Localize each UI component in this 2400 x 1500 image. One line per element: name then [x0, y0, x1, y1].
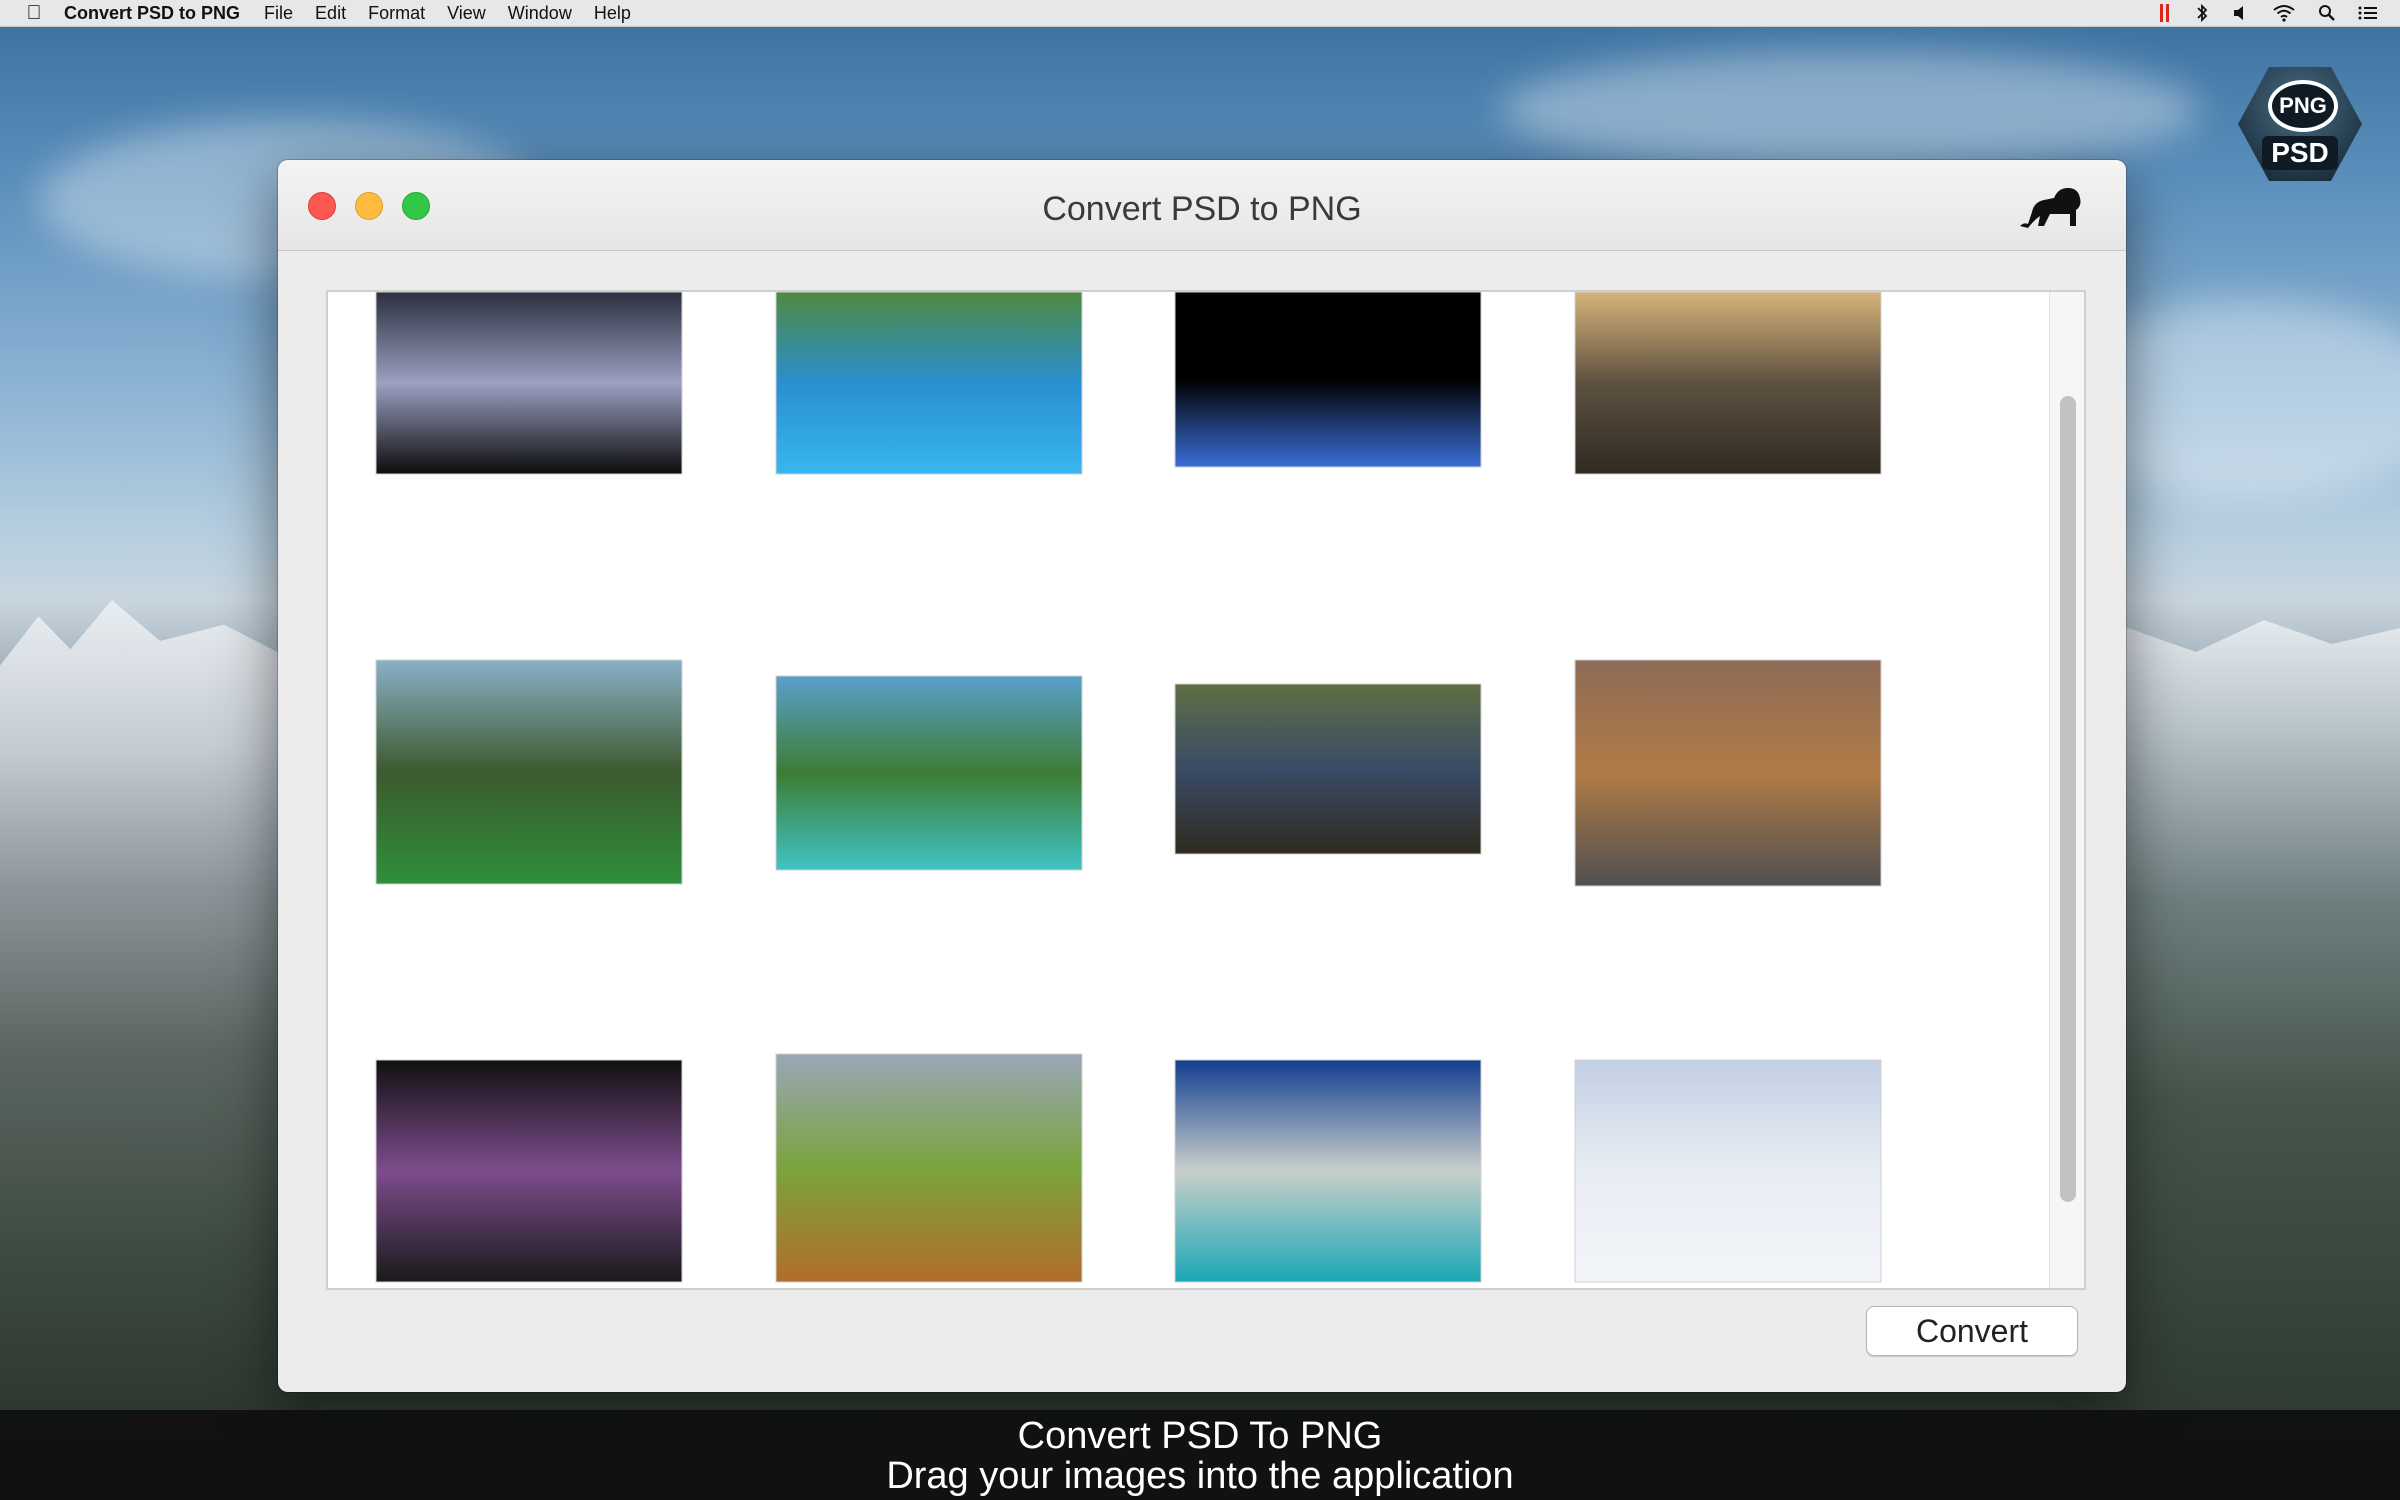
lion-icon: [2020, 188, 2081, 228]
caption-title: Convert PSD To PNG: [1017, 1415, 1383, 1457]
menu-edit[interactable]: Edit: [315, 3, 346, 24]
thumbnail-resort-pool[interactable]: [775, 292, 1083, 475]
menu-format[interactable]: Format: [368, 3, 425, 24]
thumbnail-city-skyline-sunset[interactable]: [1574, 292, 1882, 475]
thumbnail-tropical-beach[interactable]: [775, 675, 1083, 871]
thumbnail-earth-from-space[interactable]: [1174, 292, 1482, 468]
menu-app-name[interactable]: Convert PSD to PNG: [64, 3, 240, 24]
thumbnail-lake-boat[interactable]: [375, 659, 683, 885]
thumbnail-purple-rose-moon[interactable]: [375, 1059, 683, 1283]
menu-view[interactable]: View: [447, 3, 486, 24]
bluetooth-icon[interactable]: [2194, 4, 2210, 22]
mountain-left: [0, 600, 320, 1420]
vertical-scrollbar[interactable]: [2049, 292, 2084, 1288]
thumbnail-blue-hole-island[interactable]: [1174, 1059, 1482, 1283]
wifi-icon[interactable]: [2272, 4, 2296, 22]
menu-window[interactable]: Window: [508, 3, 572, 24]
pause-icon[interactable]: [2160, 4, 2172, 22]
menu-file[interactable]: File: [264, 3, 293, 24]
image-grid[interactable]: [326, 290, 2086, 1290]
menu-tray: [2160, 4, 2378, 22]
thumbnail-fantasy-trees[interactable]: [775, 1053, 1083, 1283]
menu-help[interactable]: Help: [594, 3, 631, 24]
apple-menu-icon[interactable]: : [20, 2, 48, 25]
cloud: [1500, 50, 2200, 170]
thumbnail-canvas: [375, 292, 1882, 1283]
thumbnail-lightning-storm[interactable]: [375, 292, 683, 475]
caption-bar: Convert PSD To PNG Drag your images into…: [0, 1410, 2400, 1500]
thumbnail-beetle-globe[interactable]: [1174, 683, 1482, 855]
search-icon[interactable]: [2318, 4, 2336, 22]
caption-subtitle: Drag your images into the application: [886, 1455, 1514, 1497]
thumbnail-mountain-climber[interactable]: [1574, 1059, 1882, 1283]
thumbnail-desert-road[interactable]: [1574, 659, 1882, 887]
app-icon-psd-label: PSD: [2262, 136, 2338, 170]
list-icon[interactable]: [2358, 5, 2378, 21]
app-icon-png-label: PNG: [2268, 80, 2338, 132]
convert-button[interactable]: Convert: [1866, 1306, 2078, 1356]
window-title: Convert PSD to PNG: [1042, 190, 1362, 228]
app-window: Convert PSD to PNG Convert: [278, 160, 2126, 1392]
menu-bar:  Convert PSD to PNG File Edit Format Vi…: [0, 0, 2400, 27]
scrollbar-thumb[interactable]: [2060, 396, 2076, 1202]
title-bar[interactable]: Convert PSD to PNG: [278, 160, 2126, 251]
volume-icon[interactable]: [2232, 5, 2250, 21]
